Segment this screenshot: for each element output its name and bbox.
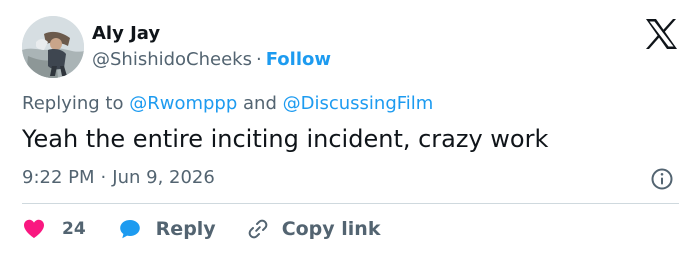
like-count: 24	[62, 219, 86, 239]
heart-icon	[24, 219, 44, 238]
tweet-text: Yeah the entire inciting incident, crazy…	[22, 125, 549, 153]
author-display-name[interactable]: Aly Jay	[92, 23, 160, 45]
follow-button[interactable]: Follow	[266, 49, 331, 70]
copy-link-label: Copy link	[281, 218, 381, 240]
handle-separator: ·	[256, 49, 262, 70]
info-icon[interactable]	[650, 167, 674, 191]
timestamp-separator: ·	[100, 167, 107, 188]
mention-link[interactable]: @Rwomppp	[129, 93, 237, 114]
copy-link-button[interactable]: Copy link	[246, 217, 381, 241]
replying-prefix: Replying to	[22, 93, 124, 114]
tweet-time: 9:22 PM	[22, 167, 95, 188]
replying-conjunction: and	[243, 93, 277, 114]
reply-label: Reply	[155, 218, 216, 240]
x-logo-icon[interactable]	[644, 18, 678, 50]
tweet-date: Jun 9, 2026	[112, 167, 215, 188]
mention-link[interactable]: @DiscussingFilm	[283, 93, 434, 114]
link-icon	[248, 219, 268, 239]
avatar-photo	[22, 16, 84, 78]
replying-to: Replying to @Rwomppp and @DiscussingFilm	[22, 93, 433, 115]
avatar[interactable]	[22, 16, 84, 78]
reply-button[interactable]: Reply	[118, 217, 216, 241]
tweet-timestamp[interactable]: 9:22 PM · Jun 9, 2026	[22, 167, 215, 189]
author-handle[interactable]: @ShishidoCheeks	[92, 49, 252, 70]
divider	[22, 203, 679, 204]
action-bar: 24 Reply Copy link	[22, 216, 380, 242]
like-button[interactable]: 24	[22, 217, 86, 241]
speech-bubble-icon	[119, 220, 140, 239]
author-handle-row: @ShishidoCheeks · Follow	[92, 49, 331, 71]
